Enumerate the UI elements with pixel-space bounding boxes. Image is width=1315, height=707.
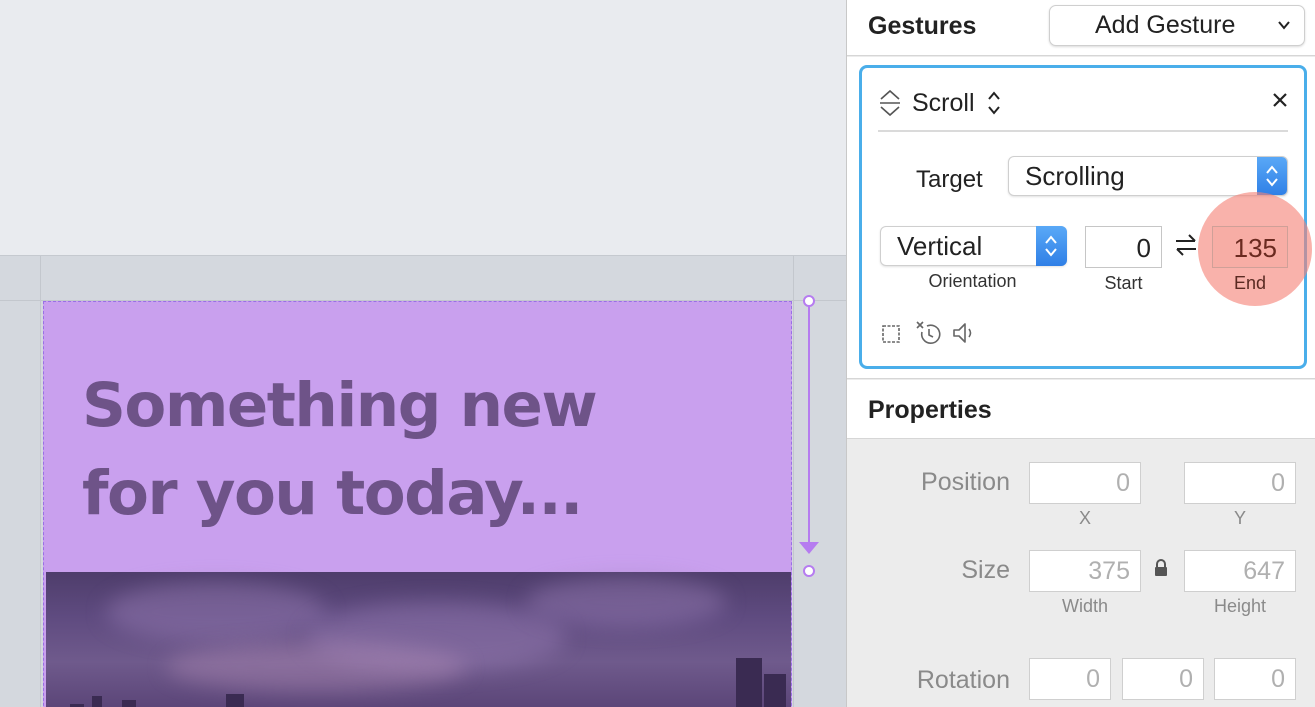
rotation-x-input[interactable]: 0 [1029, 658, 1111, 700]
updown-chevron-icon [1266, 165, 1278, 187]
gesture-options [879, 320, 977, 346]
orientation-label: Orientation [928, 271, 1017, 291]
scroll-end-handle[interactable] [803, 565, 815, 577]
target-value: Scrolling [1025, 161, 1125, 191]
gesture-type-select[interactable]: Scroll [878, 86, 1001, 120]
properties-body: Position 0 0 X Y Size 375 647 Width Heig… [847, 440, 1315, 707]
end-label: End [1233, 273, 1267, 293]
add-gesture-label: Add Gesture [1095, 11, 1236, 39]
size-label: Size [961, 556, 1010, 584]
gesture-type-label: Scroll [912, 88, 975, 117]
sound-icon[interactable] [951, 320, 977, 346]
updown-chevron-icon [987, 91, 1000, 115]
gestures-title: Gestures [868, 12, 977, 40]
canvas-guide-right [793, 256, 794, 707]
properties-title: Properties [868, 396, 992, 424]
canvas-guide-left [40, 256, 41, 707]
chevron-down-icon [1278, 21, 1290, 30]
scroll-direction-arrow-icon [799, 542, 819, 554]
position-y-input[interactable]: 0 [1184, 462, 1296, 504]
orientation-stepper [1036, 226, 1067, 266]
city-photo [46, 572, 791, 707]
bounds-toggle-icon[interactable] [879, 320, 905, 346]
start-label: Start [1104, 273, 1143, 293]
target-stepper [1257, 157, 1287, 195]
inspector-panel: Gestures Add Gesture Scroll Target Scrol… [846, 0, 1315, 707]
size-width-input[interactable]: 375 [1029, 550, 1141, 592]
end-input[interactable]: 135 [1212, 226, 1288, 268]
orientation-select[interactable]: Vertical [880, 226, 1067, 266]
scroll-gesture-card[interactable]: Scroll Target Scrolling Vertical Orienta… [859, 65, 1312, 369]
lock-icon[interactable] [1153, 558, 1169, 578]
size-height-input[interactable]: 647 [1184, 550, 1296, 592]
scroll-gesture-icon [880, 89, 900, 117]
gesture-list: Scroll Target Scrolling Vertical Orienta… [847, 57, 1315, 379]
selected-scroll-layer[interactable]: Something new for you today... [43, 301, 792, 707]
close-icon[interactable] [1270, 90, 1290, 110]
properties-header: Properties [847, 380, 1315, 439]
position-x-label: X [1078, 508, 1091, 528]
position-label: Position [921, 468, 1010, 496]
orientation-value: Vertical [897, 231, 983, 261]
scroll-range-indicator [808, 306, 810, 546]
position-y-label: Y [1233, 508, 1246, 528]
card-divider [878, 130, 1288, 132]
design-canvas[interactable]: Something new for you today... [0, 0, 846, 707]
timer-off-icon[interactable] [915, 320, 941, 346]
headline-line-2: for you today... [82, 458, 583, 529]
rotation-label: Rotation [916, 666, 1010, 694]
updown-chevron-icon [1045, 235, 1057, 257]
add-gesture-dropdown[interactable]: Add Gesture [1049, 5, 1305, 46]
rotation-z-input[interactable]: 0 [1214, 658, 1296, 700]
rotation-y-input[interactable]: 0 [1122, 658, 1204, 700]
target-select[interactable]: Scrolling [1008, 156, 1288, 196]
target-label: Target [916, 166, 983, 193]
size-height-label: Height [1213, 596, 1267, 616]
start-input[interactable]: 0 [1085, 226, 1162, 268]
position-x-input[interactable]: 0 [1029, 462, 1141, 504]
headline-text: Something new for you today... [82, 362, 742, 538]
headline-line-1: Something new [82, 370, 598, 441]
gestures-header: Gestures Add Gesture [847, 0, 1315, 56]
size-width-label: Width [1061, 596, 1108, 616]
swap-arrows-icon[interactable] [1173, 232, 1199, 258]
